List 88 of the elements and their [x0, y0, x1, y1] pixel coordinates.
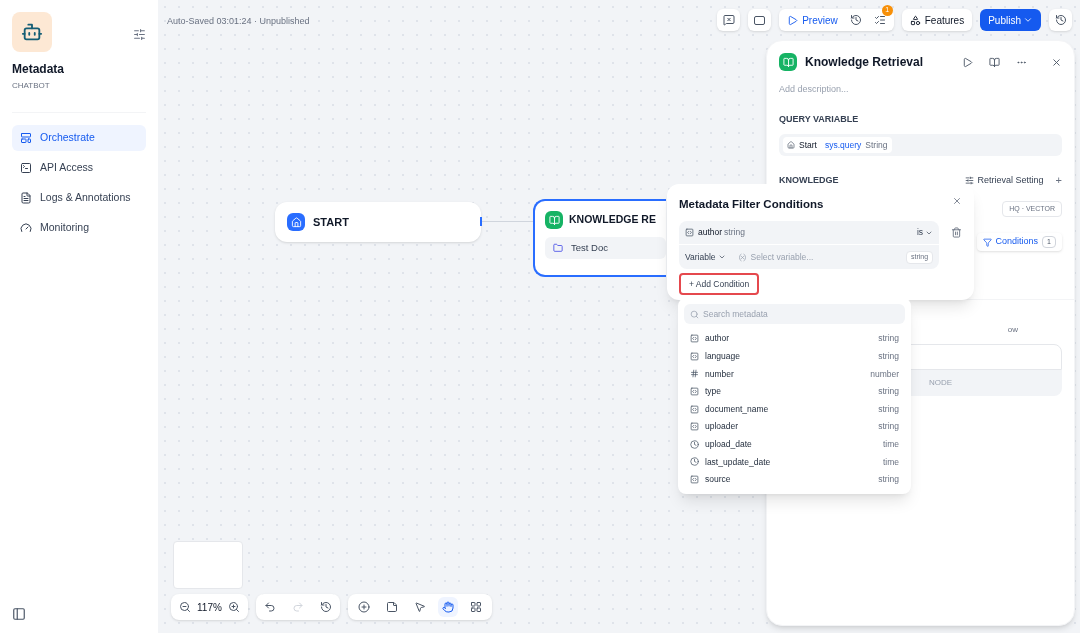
node-handle[interactable]: [480, 217, 482, 226]
section-label: ow: [1007, 324, 1018, 336]
close-icon[interactable]: [1051, 56, 1062, 68]
chevron-icon: [1023, 15, 1033, 25]
popover-title: Metadata Filter Conditions: [679, 197, 825, 212]
metadata-option[interactable]: source string: [684, 470, 905, 489]
play-icon: [787, 14, 799, 26]
delete-icon[interactable]: [951, 227, 962, 239]
history-icon: [1054, 14, 1067, 26]
panel-title: Knowledge Retrieval: [805, 54, 925, 71]
sliders-icon: [964, 175, 974, 185]
zoom-out-icon[interactable]: [179, 601, 191, 613]
clock-icon: [690, 439, 699, 449]
message-icon: [722, 14, 735, 26]
nav-item[interactable]: API Access: [12, 155, 146, 181]
env-button[interactable]: [748, 9, 772, 31]
field-type: string: [724, 226, 745, 240]
hash-icon: [690, 369, 699, 379]
run-history-icon[interactable]: [849, 14, 862, 26]
env-icon: [754, 15, 766, 25]
add-icon[interactable]: +: [1055, 172, 1062, 189]
gauge-icon: [20, 222, 32, 234]
text-type-icon: [690, 422, 699, 432]
text-type-icon: [685, 228, 694, 238]
publish-button[interactable]: Publish: [980, 9, 1041, 31]
text-type-icon: [690, 475, 699, 485]
metadata-option[interactable]: uploader string: [684, 417, 905, 436]
settings-icon[interactable]: [133, 28, 146, 41]
filter-icon: [982, 237, 992, 247]
clock-icon: [690, 457, 699, 467]
retrieval-setting-button[interactable]: Retrieval Setting: [964, 173, 1044, 187]
undo-icon[interactable]: [263, 601, 276, 613]
feedback-button[interactable]: [717, 9, 741, 31]
book-icon: [545, 211, 563, 229]
book-icon: [779, 53, 797, 71]
variable-field[interactable]: Start sys.query String: [779, 134, 1062, 156]
app-type: CHATBOT: [12, 80, 51, 92]
book-icon[interactable]: [989, 56, 1000, 68]
metadata-option[interactable]: author string: [684, 330, 905, 348]
section-label: QUERY VARIABLE: [778, 112, 860, 126]
add-condition-button[interactable]: + Add Condition: [679, 273, 760, 296]
metadata-option[interactable]: upload_date time: [684, 435, 905, 454]
run-icon[interactable]: [962, 56, 973, 68]
history-icon[interactable]: [319, 601, 332, 613]
text-type-icon: [690, 351, 699, 361]
autosave-status: Auto-Saved 03:01:24 · Unpublished: [167, 15, 310, 28]
window-icon: [20, 132, 32, 144]
folder-icon: [553, 243, 563, 253]
collapse-icon[interactable]: [12, 607, 26, 621]
document-icon: [20, 192, 32, 204]
text-type-icon: [690, 387, 699, 397]
node-name: Start: [799, 138, 817, 152]
variable-icon: [737, 252, 747, 262]
home-icon: [787, 141, 795, 149]
metadata-option[interactable]: last_update_date time: [684, 453, 905, 471]
home-icon: [287, 213, 305, 231]
operator-select[interactable]: is: [916, 226, 934, 240]
robot-icon: [21, 21, 43, 43]
history-button[interactable]: [1049, 9, 1072, 31]
features-button[interactable]: Features: [901, 9, 973, 31]
text-type-icon: [690, 404, 699, 414]
start-node[interactable]: START: [275, 202, 481, 242]
text-type-icon: [690, 334, 699, 344]
variable-name: sys.query: [824, 138, 862, 152]
section-label: KNOWLEDGE: [779, 173, 840, 187]
minimap: [173, 541, 243, 589]
checklist-icon[interactable]: [873, 14, 886, 26]
metadata-option[interactable]: language string: [684, 347, 905, 366]
nav-item[interactable]: Logs & Annotations: [12, 185, 146, 211]
node-title: START: [313, 214, 349, 230]
value-mode-select[interactable]: Variable: [685, 250, 726, 264]
knowledge-item: Test Doc: [545, 237, 666, 259]
nav-item[interactable]: Monitoring: [12, 215, 146, 241]
preview-button[interactable]: Preview: [787, 12, 838, 28]
zoom-level[interactable]: 117%: [197, 599, 222, 615]
knowledge-node[interactable]: KNOWLEDGE RE Test Doc: [533, 199, 666, 277]
variable-type: String: [865, 138, 888, 152]
node-title: KNOWLEDGE RE: [569, 212, 656, 228]
field-name: author: [698, 226, 723, 240]
hand-icon[interactable]: [437, 597, 458, 617]
close-icon[interactable]: [952, 195, 962, 206]
nav-item[interactable]: Orchestrate: [12, 125, 146, 151]
shapes-icon: [909, 14, 921, 26]
app-name: Metadata: [12, 61, 65, 78]
terminal-icon: [20, 162, 32, 174]
search-icon: [690, 309, 699, 319]
zoom-in-icon[interactable]: [227, 601, 240, 613]
metadata-option[interactable]: document_name string: [684, 400, 905, 418]
